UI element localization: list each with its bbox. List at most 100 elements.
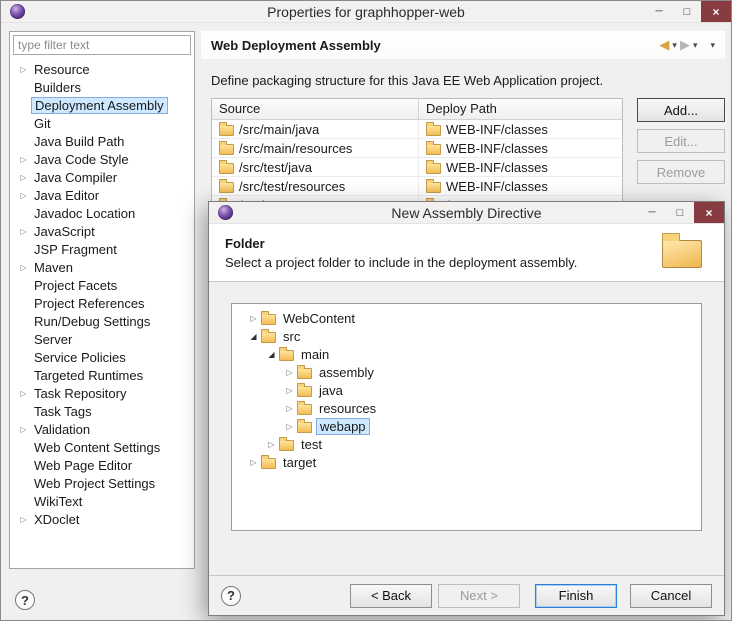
- table-row[interactable]: /src/test/java WEB-INF/classes: [212, 158, 622, 177]
- folder-icon: [297, 368, 312, 379]
- minimize-icon[interactable]: ─: [638, 202, 666, 223]
- minimize-icon[interactable]: ─: [645, 1, 673, 22]
- expand-arrow-icon[interactable]: ◢: [264, 350, 279, 359]
- sidebar-item[interactable]: Targeted Runtimes: [10, 366, 194, 384]
- dialog-help-button[interactable]: ?: [221, 586, 241, 606]
- expand-arrow-icon[interactable]: ▷: [16, 227, 31, 236]
- tree-item[interactable]: ◢ main: [232, 345, 701, 363]
- expand-arrow-icon[interactable]: ▷: [282, 404, 297, 413]
- filter-input[interactable]: [13, 35, 191, 55]
- deploy-path-cell: WEB-INF/classes: [446, 179, 548, 194]
- table-row[interactable]: /src/test/resources WEB-INF/classes: [212, 177, 622, 196]
- back-history-dropdown-icon[interactable]: ▾: [672, 40, 677, 51]
- sidebar-item[interactable]: Server: [10, 330, 194, 348]
- expand-arrow-icon[interactable]: ▷: [16, 389, 31, 398]
- sidebar-item[interactable]: Web Page Editor: [10, 456, 194, 474]
- column-source[interactable]: Source: [212, 99, 419, 119]
- sidebar-item[interactable]: Run/Debug Settings: [10, 312, 194, 330]
- expand-arrow-icon[interactable]: ▷: [246, 458, 261, 467]
- tree-item[interactable]: ▷ java: [232, 381, 701, 399]
- sidebar-item-label: Targeted Runtimes: [31, 368, 146, 383]
- properties-sidebar: ▷ Resource Builders Deployment Assembly …: [9, 31, 195, 569]
- deploy-path-cell: WEB-INF/classes: [446, 141, 548, 156]
- sidebar-item[interactable]: Builders: [10, 78, 194, 96]
- sidebar-item[interactable]: Web Project Settings: [10, 474, 194, 492]
- expand-arrow-icon[interactable]: ▷: [16, 173, 31, 182]
- expand-arrow-icon[interactable]: ▷: [282, 368, 297, 377]
- forward-history-dropdown-icon[interactable]: ▾: [693, 40, 698, 51]
- sidebar-item[interactable]: Service Policies: [10, 348, 194, 366]
- expand-arrow-icon[interactable]: ▷: [282, 386, 297, 395]
- sidebar-item[interactable]: Project Facets: [10, 276, 194, 294]
- expand-arrow-icon[interactable]: ▷: [16, 65, 31, 74]
- sidebar-item-label: Run/Debug Settings: [31, 314, 153, 329]
- forward-arrow-icon[interactable]: ▶: [680, 37, 690, 53]
- sidebar-item[interactable]: ▷ Java Compiler: [10, 168, 194, 186]
- sidebar-item[interactable]: ▷ Validation: [10, 420, 194, 438]
- expand-arrow-icon[interactable]: ▷: [246, 314, 261, 323]
- expand-arrow-icon[interactable]: ◢: [246, 332, 261, 341]
- tree-item-label: WebContent: [280, 311, 358, 326]
- dialog-titlebar: New Assembly Directive ─ □ ×: [209, 202, 724, 224]
- tree-item[interactable]: ▷ target: [232, 453, 701, 471]
- sidebar-item-label: Builders: [31, 80, 84, 95]
- back-arrow-icon[interactable]: ◀: [659, 37, 669, 53]
- expand-arrow-icon[interactable]: ▷: [282, 422, 297, 431]
- expand-arrow-icon[interactable]: ▷: [16, 425, 31, 434]
- maximize-icon[interactable]: □: [673, 1, 701, 22]
- sidebar-item[interactable]: ▷ Maven: [10, 258, 194, 276]
- add-button[interactable]: Add...: [637, 98, 725, 122]
- tree-item[interactable]: ▷ resources: [232, 399, 701, 417]
- folder-icon: [297, 404, 312, 415]
- sidebar-item[interactable]: JSP Fragment: [10, 240, 194, 258]
- expand-arrow-icon[interactable]: ▷: [16, 263, 31, 272]
- maximize-icon[interactable]: □: [666, 202, 694, 223]
- folder-icon: [219, 182, 234, 193]
- remove-button[interactable]: Remove: [637, 160, 725, 184]
- sidebar-item-label: Web Page Editor: [31, 458, 135, 473]
- sidebar-item[interactable]: Java Build Path: [10, 132, 194, 150]
- sidebar-item[interactable]: Deployment Assembly: [10, 96, 194, 114]
- table-row[interactable]: /src/main/resources WEB-INF/classes: [212, 139, 622, 158]
- sidebar-item[interactable]: ▷ JavaScript: [10, 222, 194, 240]
- edit-button[interactable]: Edit...: [637, 129, 725, 153]
- sidebar-item[interactable]: Git: [10, 114, 194, 132]
- view-menu-icon[interactable]: ▾: [710, 40, 715, 51]
- sidebar-item[interactable]: ▷ Java Editor: [10, 186, 194, 204]
- sidebar-item[interactable]: ▷ Resource: [10, 60, 194, 78]
- tree-item-label: webapp: [316, 418, 370, 435]
- tree-item[interactable]: ◢ src: [232, 327, 701, 345]
- tree-item-label: main: [298, 347, 332, 362]
- sidebar-item[interactable]: ▷ Java Code Style: [10, 150, 194, 168]
- navigation-icons: ◀ ▾ ▶ ▾ ▾: [659, 37, 715, 53]
- sidebar-item[interactable]: Project References: [10, 294, 194, 312]
- sidebar-item[interactable]: Web Content Settings: [10, 438, 194, 456]
- close-icon[interactable]: ×: [701, 1, 731, 22]
- table-header: Source Deploy Path: [212, 99, 622, 120]
- back-button[interactable]: < Back: [350, 584, 432, 608]
- expand-arrow-icon[interactable]: ▷: [264, 440, 279, 449]
- window-title: Properties for graphhopper-web: [1, 4, 731, 20]
- cancel-button[interactable]: Cancel: [630, 584, 712, 608]
- sidebar-item[interactable]: Javadoc Location: [10, 204, 194, 222]
- expand-arrow-icon[interactable]: ▷: [16, 191, 31, 200]
- expand-arrow-icon[interactable]: ▷: [16, 515, 31, 524]
- tree-item[interactable]: ▷ WebContent: [232, 309, 701, 327]
- page-title: Web Deployment Assembly: [211, 38, 381, 53]
- table-row[interactable]: /src/main/java WEB-INF/classes: [212, 120, 622, 139]
- sidebar-item-label: JSP Fragment: [31, 242, 120, 257]
- next-button[interactable]: Next >: [438, 584, 520, 608]
- sidebar-item[interactable]: ▷ XDoclet: [10, 510, 194, 528]
- help-button[interactable]: ?: [15, 590, 35, 610]
- sidebar-item[interactable]: WikiText: [10, 492, 194, 510]
- tree-item[interactable]: ▷ assembly: [232, 363, 701, 381]
- expand-arrow-icon[interactable]: ▷: [16, 155, 31, 164]
- column-deploy-path[interactable]: Deploy Path: [419, 99, 622, 119]
- folder-icon: [297, 386, 312, 397]
- close-icon[interactable]: ×: [694, 202, 724, 223]
- sidebar-item[interactable]: ▷ Task Repository: [10, 384, 194, 402]
- sidebar-item[interactable]: Task Tags: [10, 402, 194, 420]
- tree-item[interactable]: ▷ test: [232, 435, 701, 453]
- tree-item[interactable]: ▷ webapp: [232, 417, 701, 435]
- finish-button[interactable]: Finish: [535, 584, 617, 608]
